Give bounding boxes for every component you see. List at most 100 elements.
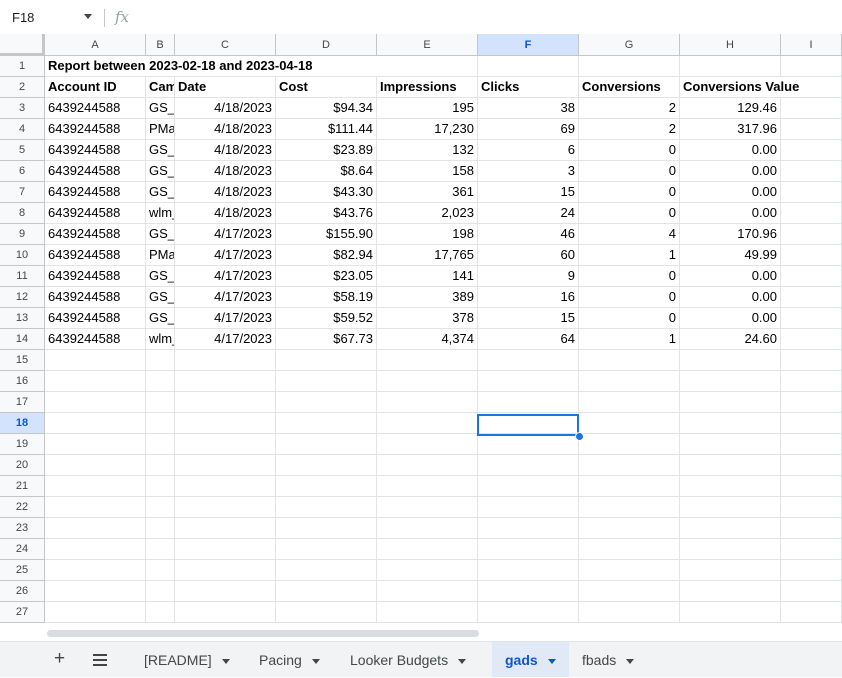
cell[interactable] <box>175 434 276 455</box>
cell[interactable] <box>45 392 146 413</box>
data-cell[interactable]: GS_ <box>146 182 175 203</box>
data-cell[interactable]: 4/18/2023 <box>175 182 276 203</box>
cell[interactable] <box>579 56 680 77</box>
column-header-b[interactable]: B <box>146 34 175 56</box>
cell[interactable] <box>146 518 175 539</box>
cell[interactable] <box>175 371 276 392</box>
cell[interactable] <box>781 455 842 476</box>
data-cell[interactable]: 0.00 <box>680 182 781 203</box>
data-cell[interactable]: 4 <box>579 224 680 245</box>
cell[interactable] <box>478 497 579 518</box>
data-cell[interactable]: 129.46 <box>680 98 781 119</box>
data-cell[interactable]: 4/18/2023 <box>175 140 276 161</box>
row-header-3[interactable]: 3 <box>0 98 45 119</box>
data-cell[interactable]: 60 <box>478 245 579 266</box>
cell[interactable] <box>146 602 175 623</box>
caret-down-icon[interactable] <box>458 658 467 664</box>
cell[interactable] <box>680 581 781 602</box>
cell[interactable] <box>45 350 146 371</box>
data-cell[interactable]: 132 <box>377 140 478 161</box>
cell[interactable] <box>276 518 377 539</box>
cell[interactable] <box>276 434 377 455</box>
caret-down-icon[interactable] <box>311 658 320 664</box>
data-cell[interactable]: 4/18/2023 <box>175 98 276 119</box>
sheet-tab-fbads[interactable]: fbads <box>569 642 649 677</box>
data-cell[interactable]: 6439244588 <box>45 287 146 308</box>
cell[interactable] <box>175 602 276 623</box>
cell[interactable] <box>276 455 377 476</box>
row-header-24[interactable]: 24 <box>0 539 45 560</box>
caret-down-icon[interactable] <box>626 658 635 664</box>
data-cell[interactable]: 9 <box>478 266 579 287</box>
cell[interactable] <box>146 581 175 602</box>
cell[interactable] <box>579 581 680 602</box>
cell[interactable] <box>45 413 146 434</box>
data-cell[interactable]: 1 <box>579 245 680 266</box>
cell[interactable] <box>146 476 175 497</box>
cell[interactable] <box>175 455 276 476</box>
data-cell[interactable]: 4/18/2023 <box>175 161 276 182</box>
data-cell[interactable]: 4/17/2023 <box>175 266 276 287</box>
cell[interactable] <box>45 560 146 581</box>
data-cell[interactable]: 6439244588 <box>45 161 146 182</box>
column-header-g[interactable]: G <box>579 34 680 56</box>
row-header-16[interactable]: 16 <box>0 371 45 392</box>
data-cell[interactable]: 6439244588 <box>45 308 146 329</box>
cell[interactable] <box>781 224 842 245</box>
data-cell[interactable]: 4/17/2023 <box>175 245 276 266</box>
data-cell[interactable]: 15 <box>478 308 579 329</box>
data-cell[interactable]: 3 <box>478 161 579 182</box>
row-header-27[interactable]: 27 <box>0 602 45 623</box>
caret-down-icon[interactable] <box>221 658 230 664</box>
row-header-26[interactable]: 26 <box>0 581 45 602</box>
cell[interactable] <box>175 476 276 497</box>
header-cell[interactable]: Date <box>175 77 276 98</box>
cell[interactable] <box>45 602 146 623</box>
row-header-19[interactable]: 19 <box>0 434 45 455</box>
cell[interactable] <box>478 350 579 371</box>
cell[interactable] <box>781 518 842 539</box>
cell[interactable] <box>146 392 175 413</box>
cell[interactable] <box>781 161 842 182</box>
cell[interactable] <box>45 518 146 539</box>
cell[interactable] <box>377 413 478 434</box>
cell[interactable] <box>478 476 579 497</box>
data-cell[interactable]: 49.99 <box>680 245 781 266</box>
data-cell[interactable]: 2 <box>579 119 680 140</box>
cell[interactable] <box>680 56 781 77</box>
data-cell[interactable]: 38 <box>478 98 579 119</box>
cell[interactable] <box>276 392 377 413</box>
data-cell[interactable]: 69 <box>478 119 579 140</box>
data-cell[interactable]: $111.44 <box>276 119 377 140</box>
cell[interactable] <box>680 539 781 560</box>
data-cell[interactable]: wlm_ <box>146 203 175 224</box>
data-cell[interactable]: 4/17/2023 <box>175 287 276 308</box>
data-cell[interactable]: 0.00 <box>680 266 781 287</box>
row-header-20[interactable]: 20 <box>0 455 45 476</box>
caret-down-icon[interactable] <box>547 658 556 664</box>
cell[interactable] <box>377 350 478 371</box>
data-cell[interactable]: 4/18/2023 <box>175 203 276 224</box>
column-header-c[interactable]: C <box>175 34 276 56</box>
data-cell[interactable]: 6439244588 <box>45 224 146 245</box>
data-cell[interactable]: 0.00 <box>680 203 781 224</box>
name-box[interactable]: F18 <box>12 10 34 25</box>
data-cell[interactable]: 6439244588 <box>45 245 146 266</box>
report-title-cell[interactable]: Report between 2023-02-18 and 2023-04-18 <box>45 56 445 77</box>
data-cell[interactable]: $23.05 <box>276 266 377 287</box>
cell[interactable] <box>680 476 781 497</box>
cell[interactable] <box>680 518 781 539</box>
row-header-14[interactable]: 14 <box>0 329 45 350</box>
cell[interactable] <box>276 560 377 581</box>
cell[interactable] <box>146 497 175 518</box>
data-cell[interactable]: 6439244588 <box>45 329 146 350</box>
cell[interactable] <box>45 581 146 602</box>
data-cell[interactable]: 0.00 <box>680 161 781 182</box>
row-header-13[interactable]: 13 <box>0 308 45 329</box>
row-header-9[interactable]: 9 <box>0 224 45 245</box>
cell[interactable] <box>45 434 146 455</box>
selected-cell-f18[interactable] <box>477 414 579 436</box>
cell[interactable] <box>680 371 781 392</box>
data-cell[interactable]: $23.89 <box>276 140 377 161</box>
data-cell[interactable]: $82.94 <box>276 245 377 266</box>
